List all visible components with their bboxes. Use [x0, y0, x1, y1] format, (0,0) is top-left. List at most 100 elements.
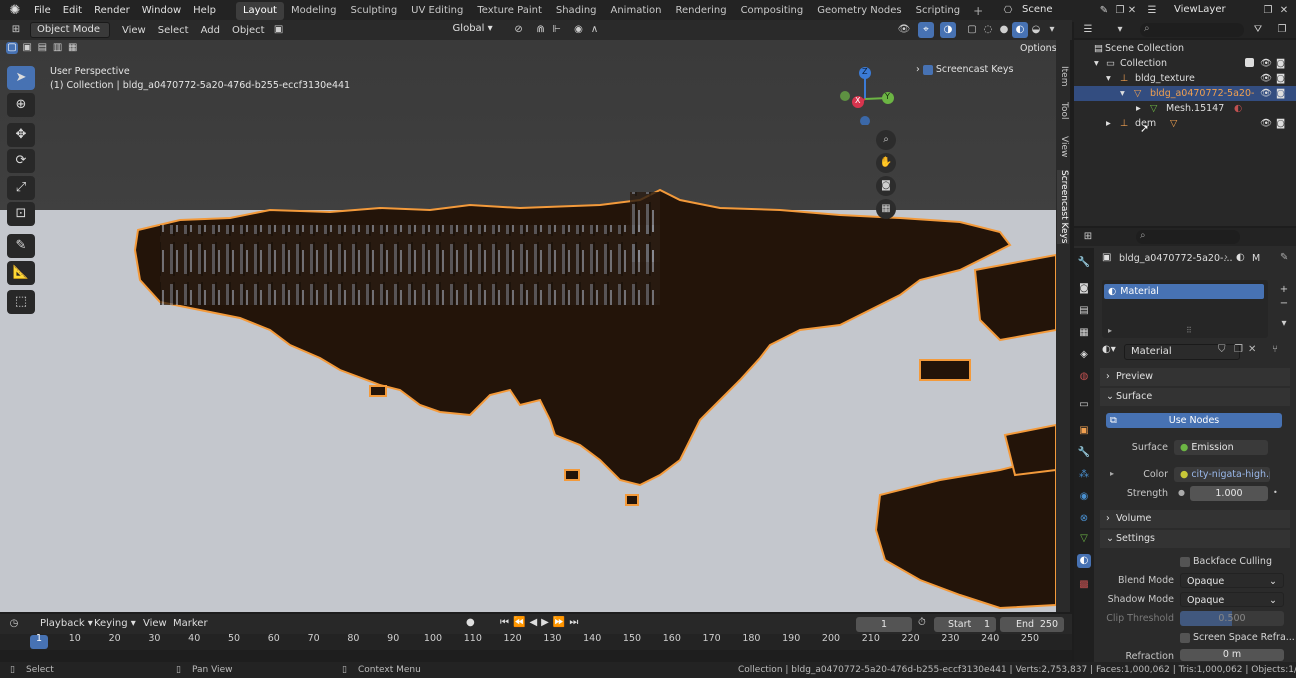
material-selector[interactable]: ◐▾ Material ⛉ ❐ ✕ ⑂: [1100, 344, 1290, 360]
select-box-tool[interactable]: ➤: [7, 66, 35, 90]
jump-end-icon[interactable]: ⏭: [569, 617, 582, 628]
tab-compositing[interactable]: Compositing: [734, 2, 811, 20]
snap-icon[interactable]: ⋒: [533, 22, 549, 38]
navigation-gizmo[interactable]: Z Y X: [836, 65, 896, 126]
shading-rendered-icon[interactable]: ◒: [1028, 22, 1044, 38]
refraction-depth-field[interactable]: 0 m: [1180, 649, 1284, 661]
outliner-row-dem[interactable]: ▸ ⊥ dem ▽ 👁 ◙: [1074, 116, 1296, 131]
section-settings[interactable]: ⌄ Settings: [1100, 530, 1290, 548]
blender-logo-icon[interactable]: ✺: [6, 2, 24, 20]
outliner-editor-icon[interactable]: ☰: [1080, 22, 1096, 38]
keyframe-dot-icon[interactable]: •: [1273, 488, 1278, 497]
3d-viewport[interactable]: User Perspective (1) Collection | bldg_a…: [0, 40, 1056, 612]
select-subtract-icon[interactable]: ▤: [36, 42, 48, 54]
outliner-search-input[interactable]: ⌕: [1140, 23, 1244, 37]
physics-tab-icon[interactable]: ◉: [1077, 490, 1091, 504]
current-frame-field[interactable]: 1: [856, 617, 912, 632]
tab-scripting[interactable]: Scripting: [909, 2, 967, 20]
viewport-menu-view[interactable]: View: [116, 25, 152, 36]
eye-icon[interactable]: 👁: [1260, 116, 1272, 131]
viewport-menu-select[interactable]: Select: [152, 25, 195, 36]
tab-animation[interactable]: Animation: [604, 2, 669, 20]
outliner-row-scene-collection[interactable]: ▤ Scene Collection: [1074, 41, 1296, 56]
select-invert-icon[interactable]: ▥: [52, 42, 64, 54]
view-layer-selector[interactable]: ☰ ViewLayer ❐ ✕: [1144, 3, 1292, 19]
section-preview[interactable]: › Preview: [1100, 368, 1290, 386]
render-camera-icon[interactable]: ◙: [1276, 56, 1285, 71]
render-camera-icon[interactable]: ◙: [1276, 116, 1285, 131]
snap-target-icon[interactable]: ⊩: [549, 22, 565, 38]
menu-window[interactable]: Window: [136, 0, 187, 22]
menu-edit[interactable]: Edit: [57, 0, 88, 22]
node-tree-icon[interactable]: ⑂: [1272, 344, 1278, 355]
menu-render[interactable]: Render: [88, 0, 136, 22]
outliner-row-mesh[interactable]: ▸ ▽ Mesh.15147 ◐: [1074, 101, 1296, 116]
use-nodes-button[interactable]: ⧉ Use Nodes: [1106, 413, 1282, 428]
camera-icon[interactable]: ◙: [876, 176, 896, 196]
timeline-menu-marker[interactable]: Marker: [173, 618, 208, 629]
eye-icon[interactable]: 👁: [1260, 86, 1272, 101]
pivot-icon[interactable]: ⊘: [511, 22, 527, 38]
slot-menu-icon[interactable]: ▾: [1276, 316, 1292, 332]
new-collection-icon[interactable]: ❐: [1274, 22, 1290, 38]
collection-tab-icon[interactable]: ▭: [1077, 398, 1091, 412]
play-reverse-icon[interactable]: ◀: [529, 617, 541, 628]
tab-modeling[interactable]: Modeling: [284, 2, 344, 20]
tab-item[interactable]: Item: [1057, 66, 1069, 87]
play-icon[interactable]: ▶: [541, 617, 553, 628]
pin-icon[interactable]: ✎: [1096, 3, 1112, 19]
mode-dropdown[interactable]: Object Mode ▾: [30, 22, 110, 49]
xray-icon[interactable]: ▢: [964, 22, 980, 38]
record-icon[interactable]: ●: [466, 617, 475, 628]
filter-icon[interactable]: ⛛: [1250, 22, 1266, 38]
select-extend-icon[interactable]: ▣: [21, 42, 33, 54]
end-frame-field[interactable]: End 250: [1000, 617, 1064, 632]
close-view-layer-icon[interactable]: ✕: [1276, 3, 1292, 19]
eye-icon[interactable]: 👁: [1260, 56, 1272, 71]
shading-material-icon[interactable]: ◐: [1012, 22, 1028, 38]
prev-keyframe-icon[interactable]: ⏪: [513, 617, 529, 628]
tab-layout[interactable]: Layout: [235, 2, 284, 20]
color-texture-field[interactable]: ● city-nigata-high.p...: [1174, 467, 1270, 482]
jump-start-icon[interactable]: ⏮: [500, 617, 513, 628]
timeline-track[interactable]: [0, 650, 1072, 662]
move-tool[interactable]: ✥: [7, 123, 35, 147]
tab-sculpting[interactable]: Sculpting: [343, 2, 404, 20]
tab-screencast-keys[interactable]: Screencast Keys: [1057, 170, 1069, 244]
falloff-icon[interactable]: ∧: [587, 22, 603, 38]
outliner-filter-mode-icon[interactable]: ▾: [1112, 22, 1128, 38]
view-layer-tab-icon[interactable]: ▦: [1077, 326, 1091, 340]
add-workspace-icon[interactable]: +: [967, 4, 989, 18]
output-tab-icon[interactable]: ▤: [1077, 304, 1091, 318]
scene-selector[interactable]: ⎔ Scene ✎ ❐ ✕: [1000, 3, 1137, 19]
fake-user-icon[interactable]: ⛉: [1218, 344, 1226, 355]
close-scene-icon[interactable]: ✕: [1124, 3, 1140, 19]
tab-geometry-nodes[interactable]: Geometry Nodes: [810, 2, 908, 20]
add-cube-tool[interactable]: ⬚: [7, 290, 35, 314]
scene-tab-icon[interactable]: ◈: [1077, 348, 1091, 362]
annotate-tool[interactable]: ✎: [7, 234, 35, 258]
pan-hand-icon[interactable]: ✋: [876, 153, 896, 173]
shading-wireframe-icon[interactable]: ◌: [980, 22, 996, 38]
shading-solid-icon[interactable]: ●: [996, 22, 1012, 38]
constraints-tab-icon[interactable]: ⊗: [1077, 512, 1091, 526]
modifier-tab-icon[interactable]: 🔧: [1077, 446, 1091, 460]
measure-tool[interactable]: 📐: [7, 261, 35, 285]
select-new-icon[interactable]: ▢: [6, 42, 18, 54]
surface-shader-field[interactable]: ● Emission: [1174, 440, 1268, 455]
world-tab-icon[interactable]: ◍: [1077, 370, 1091, 384]
material-slot-item[interactable]: ◐ Material: [1104, 284, 1264, 299]
timeline-menu-playback[interactable]: Playback ▾: [40, 618, 93, 629]
particles-tab-icon[interactable]: ⁂: [1077, 468, 1091, 482]
editor-type-icon[interactable]: ⊞: [8, 22, 24, 38]
texture-tab-icon[interactable]: ▩: [1077, 578, 1091, 592]
render-camera-icon[interactable]: ◙: [1276, 86, 1285, 101]
duplicate-view-layer-icon[interactable]: ❐: [1260, 3, 1276, 19]
expand-slots-icon[interactable]: ▸: [1108, 326, 1112, 335]
properties-editor-icon[interactable]: ⊞: [1080, 229, 1096, 245]
timeline-editor-icon[interactable]: ◷: [6, 616, 22, 632]
tab-tool[interactable]: Tool: [1057, 102, 1069, 119]
menu-file[interactable]: File: [28, 0, 57, 22]
viewport-menu-object[interactable]: Object: [226, 25, 271, 36]
snap-dropdown-icon[interactable]: ▣: [271, 22, 287, 38]
